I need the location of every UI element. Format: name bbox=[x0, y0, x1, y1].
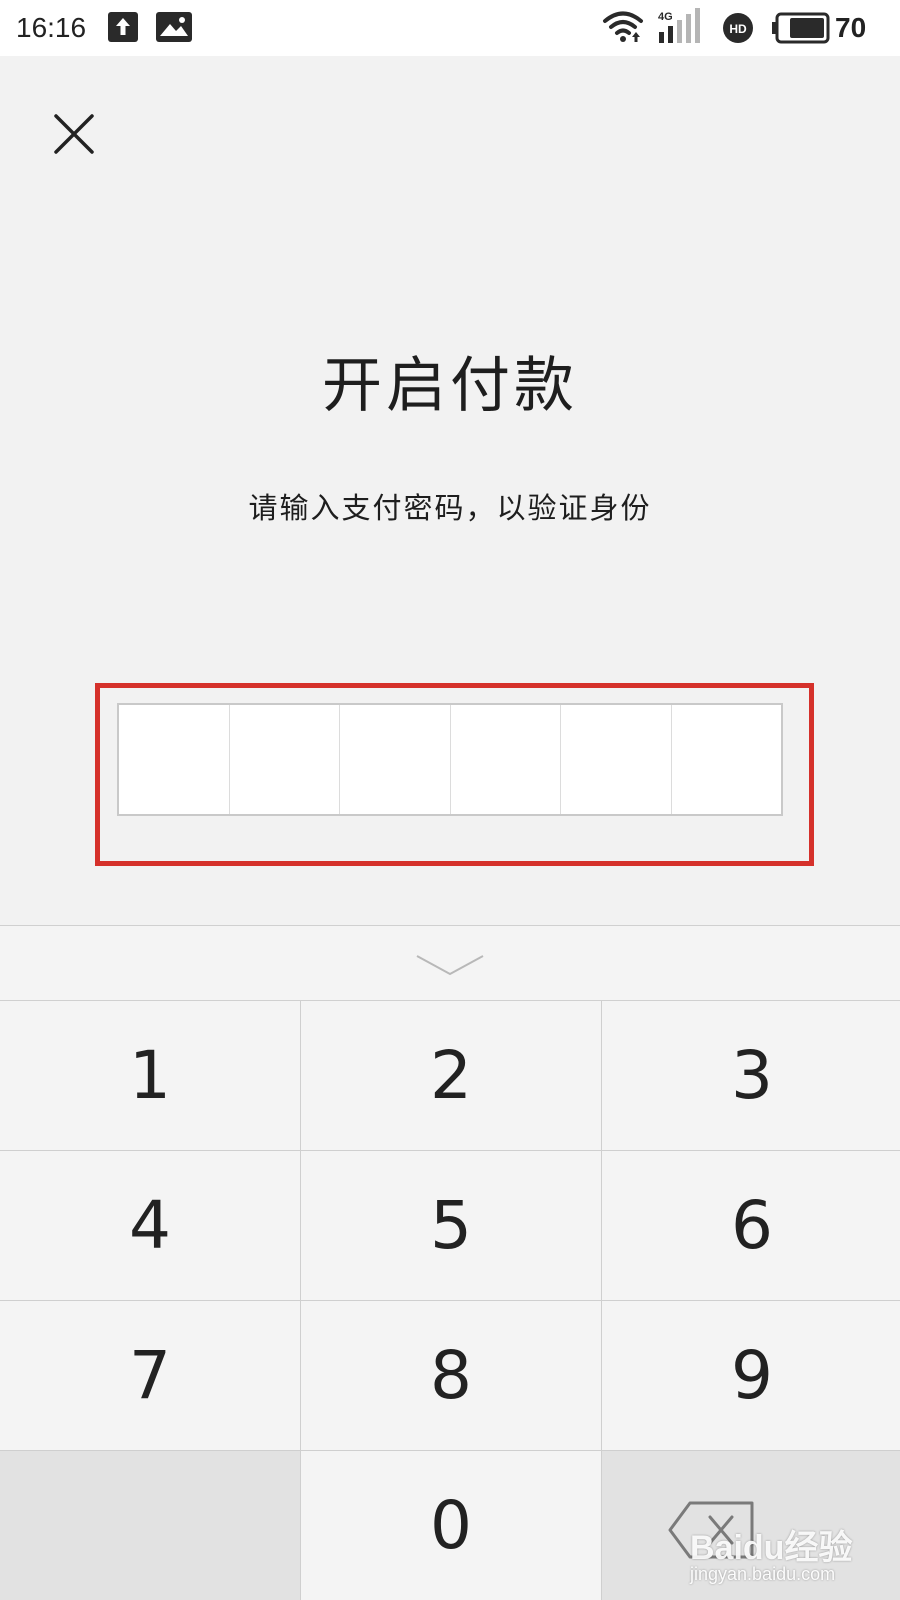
key-8[interactable]: 8 bbox=[301, 1301, 601, 1450]
key-1[interactable]: 1 bbox=[0, 1001, 300, 1150]
page-title: 开启付款 bbox=[322, 351, 578, 421]
status-time: 16:16 bbox=[16, 12, 87, 43]
key-0[interactable]: 0 bbox=[301, 1451, 601, 1600]
network-type-label: 4G bbox=[658, 11, 673, 23]
close-icon bbox=[54, 114, 94, 154]
pin-digit-box-3[interactable] bbox=[340, 705, 451, 814]
close-button[interactable] bbox=[48, 108, 100, 160]
status-bar: 16:16 4G HD 70 bbox=[0, 0, 900, 56]
payment-password-input[interactable] bbox=[117, 703, 783, 816]
numeric-keypad: 1 2 3 4 5 6 7 8 9 0 bbox=[0, 925, 900, 1600]
key-2[interactable]: 2 bbox=[301, 1001, 601, 1150]
backspace-button[interactable] bbox=[602, 1451, 900, 1600]
key-blank bbox=[0, 1451, 300, 1600]
wifi-icon bbox=[603, 11, 643, 42]
key-9[interactable]: 9 bbox=[602, 1301, 900, 1450]
cellular-signal-icon: 4G bbox=[658, 8, 700, 43]
key-7[interactable]: 7 bbox=[0, 1301, 300, 1450]
keypad-collapse-button[interactable] bbox=[0, 925, 900, 1001]
key-6[interactable]: 6 bbox=[602, 1151, 900, 1300]
pin-digit-box-4[interactable] bbox=[451, 705, 561, 814]
pin-digit-box-5[interactable] bbox=[561, 705, 672, 814]
chevron-down-icon bbox=[416, 955, 484, 976]
key-5[interactable]: 5 bbox=[301, 1151, 601, 1300]
keypad-grid: 1 2 3 4 5 6 7 8 9 0 bbox=[0, 1001, 900, 1600]
key-4[interactable]: 4 bbox=[0, 1151, 300, 1300]
pin-digit-box-1[interactable] bbox=[119, 705, 230, 814]
key-3[interactable]: 3 bbox=[602, 1001, 900, 1150]
image-notification-icon bbox=[156, 12, 192, 42]
battery-icon bbox=[772, 12, 830, 44]
pin-digit-box-6[interactable] bbox=[672, 705, 782, 814]
upload-icon bbox=[108, 12, 138, 42]
battery-level: 70 bbox=[835, 12, 867, 43]
svg-text:HD: HD bbox=[729, 22, 747, 36]
page-subtitle: 请输入支付密码，以验证身份 bbox=[248, 491, 652, 525]
backspace-icon bbox=[668, 1501, 754, 1558]
hd-voice-icon: HD bbox=[723, 13, 753, 43]
pin-digit-box-2[interactable] bbox=[230, 705, 340, 814]
